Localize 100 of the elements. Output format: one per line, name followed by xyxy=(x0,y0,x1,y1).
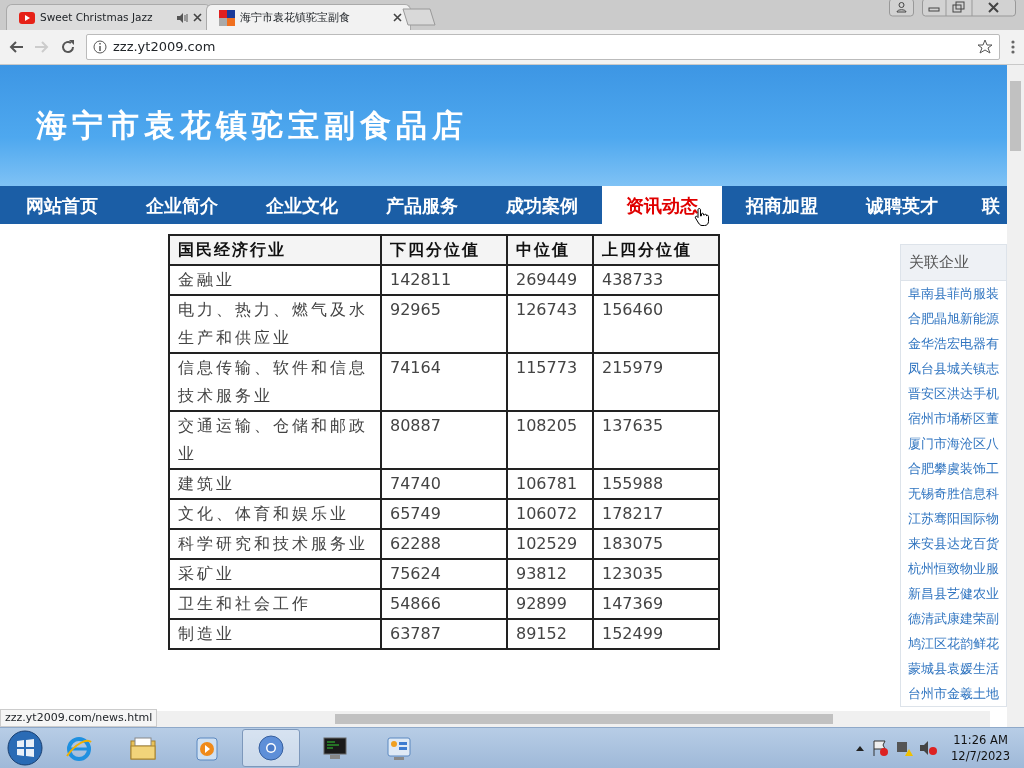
company-link[interactable]: 台州市金羲土地 xyxy=(901,680,1006,706)
company-link[interactable]: 鸠江区花韵鲜花 xyxy=(901,630,1006,656)
table-header: 下四分位值 xyxy=(381,235,507,265)
company-link[interactable]: 来安县达龙百货 xyxy=(901,530,1006,556)
table-cell: 74164 xyxy=(381,353,507,411)
table-cell: 54866 xyxy=(381,589,507,619)
table-cell: 156460 xyxy=(593,295,719,353)
tray-expand-icon[interactable] xyxy=(855,744,866,752)
nav-link[interactable]: 招商加盟 xyxy=(722,186,842,224)
table-cell: 制造业 xyxy=(169,619,381,649)
table-header: 国民经济行业 xyxy=(169,235,381,265)
company-link[interactable]: 凤台县城关镇志 xyxy=(901,355,1006,381)
table-cell: 文化、体育和娱乐业 xyxy=(169,499,381,529)
table-cell: 93812 xyxy=(507,559,593,589)
clock-date[interactable]: 12/7/2023 xyxy=(951,748,1010,764)
site-title: 海宁市袁花镇驼宝副食品店 xyxy=(36,106,468,146)
company-link[interactable]: 宿州市埇桥区董 xyxy=(901,405,1006,431)
company-link[interactable]: 阜南县菲尚服装 xyxy=(901,280,1006,306)
company-link[interactable]: 厦门市海沧区八 xyxy=(901,430,1006,456)
nav-link[interactable]: 诚聘英才 xyxy=(842,186,962,224)
table-cell: 80887 xyxy=(381,411,507,469)
window-controls-icon[interactable] xyxy=(922,0,1016,17)
table-cell: 金融业 xyxy=(169,265,381,295)
table-cell: 建筑业 xyxy=(169,469,381,499)
company-link[interactable]: 德清武康建荣副 xyxy=(901,605,1006,631)
nav-link[interactable]: 产品服务 xyxy=(362,186,482,224)
table-cell: 152499 xyxy=(593,619,719,649)
table-cell: 科学研究和技术服务业 xyxy=(169,529,381,559)
company-link[interactable]: 合肥晶旭新能源 xyxy=(901,305,1006,331)
panel-icon xyxy=(385,734,413,762)
profile-icon[interactable] xyxy=(889,0,914,17)
menu-icon[interactable] xyxy=(1010,39,1016,55)
video-play-icon xyxy=(19,11,35,24)
nav-link[interactable]: 成功案例 xyxy=(482,186,602,224)
table-header: 中位值 xyxy=(507,235,593,265)
table-cell: 75624 xyxy=(381,559,507,589)
table-cell: 63787 xyxy=(381,619,507,649)
table-cell: 108205 xyxy=(507,411,593,469)
table-cell: 155988 xyxy=(593,469,719,499)
table-cell: 215979 xyxy=(593,353,719,411)
nav-link[interactable]: 网站首页 xyxy=(2,186,122,224)
company-link[interactable]: 新昌县艺健农业 xyxy=(901,580,1006,606)
table-cell: 137635 xyxy=(593,411,719,469)
monitor-icon xyxy=(321,734,349,762)
table-cell: 92965 xyxy=(381,295,507,353)
close-icon[interactable] xyxy=(193,13,202,22)
company-link[interactable]: 晋安区洪达手机 xyxy=(901,380,1006,406)
nav-link[interactable]: 联 xyxy=(962,186,1007,224)
vertical-scrollbar[interactable] xyxy=(1007,65,1024,727)
status-url-tooltip: zzz.yt2009.com/news.html xyxy=(0,709,158,727)
nav-link[interactable]: 资讯动态 xyxy=(602,186,722,224)
sidebar-title: 关联企业 xyxy=(901,245,1006,281)
browser-tab[interactable]: 海宁市袁花镇驼宝副食 xyxy=(206,4,411,30)
table-cell: 178217 xyxy=(593,499,719,529)
nav-link[interactable]: 企业文化 xyxy=(242,186,362,224)
company-link[interactable]: 蒙城县袁媛生活 xyxy=(901,655,1006,681)
reload-icon[interactable] xyxy=(60,39,76,55)
table-cell: 65749 xyxy=(381,499,507,529)
clock-time[interactable]: 11:26 AM xyxy=(951,732,1010,748)
company-link[interactable]: 江苏骞阳国际物 xyxy=(901,505,1006,531)
table-cell: 106072 xyxy=(507,499,593,529)
company-link[interactable]: 无锡奇胜信息科 xyxy=(901,480,1006,506)
table-cell: 147369 xyxy=(593,589,719,619)
table-cell: 126743 xyxy=(507,295,593,353)
info-icon xyxy=(93,40,107,54)
folder-icon xyxy=(129,734,157,762)
close-icon[interactable] xyxy=(393,13,402,22)
star-icon[interactable] xyxy=(977,39,993,55)
action-center-icon[interactable] xyxy=(871,739,890,757)
start-button[interactable] xyxy=(6,729,44,767)
table-cell: 106781 xyxy=(507,469,593,499)
media-icon xyxy=(193,734,221,762)
table-cell: 卫生和社会工作 xyxy=(169,589,381,619)
volume-muted-icon[interactable] xyxy=(919,739,938,757)
table-cell: 92899 xyxy=(507,589,593,619)
address-bar[interactable]: zzz.yt2009.com xyxy=(86,34,1000,60)
table-cell: 438733 xyxy=(593,265,719,295)
table-cell: 102529 xyxy=(507,529,593,559)
company-link[interactable]: 合肥攀虞装饰工 xyxy=(901,455,1006,481)
back-icon[interactable] xyxy=(8,39,24,55)
nav-link[interactable]: 企业简介 xyxy=(122,186,242,224)
table-cell: 交通运输、仓储和邮政业 xyxy=(169,411,381,469)
table-cell: 74740 xyxy=(381,469,507,499)
table-cell: 142811 xyxy=(381,265,507,295)
network-icon[interactable] xyxy=(895,739,914,757)
table-cell: 183075 xyxy=(593,529,719,559)
table-cell: 269449 xyxy=(507,265,593,295)
site-logo-icon xyxy=(219,9,235,26)
table-cell: 123035 xyxy=(593,559,719,589)
table-cell: 89152 xyxy=(507,619,593,649)
table-cell: 信息传输、软件和信息技术服务业 xyxy=(169,353,381,411)
company-link[interactable]: 杭州恒致物业服 xyxy=(901,555,1006,581)
table-cell: 115773 xyxy=(507,353,593,411)
table-cell: 采矿业 xyxy=(169,559,381,589)
table-cell: 62288 xyxy=(381,529,507,559)
company-link[interactable]: 金华浩宏电器有 xyxy=(901,330,1006,356)
tab-title: Sweet Christmas Jazz xyxy=(40,9,154,25)
table-cell: 电力、热力、燃气及水生产和供应业 xyxy=(169,295,381,353)
table-header: 上四分位值 xyxy=(593,235,719,265)
tab-title: 海宁市袁花镇驼宝副食 xyxy=(240,9,351,25)
